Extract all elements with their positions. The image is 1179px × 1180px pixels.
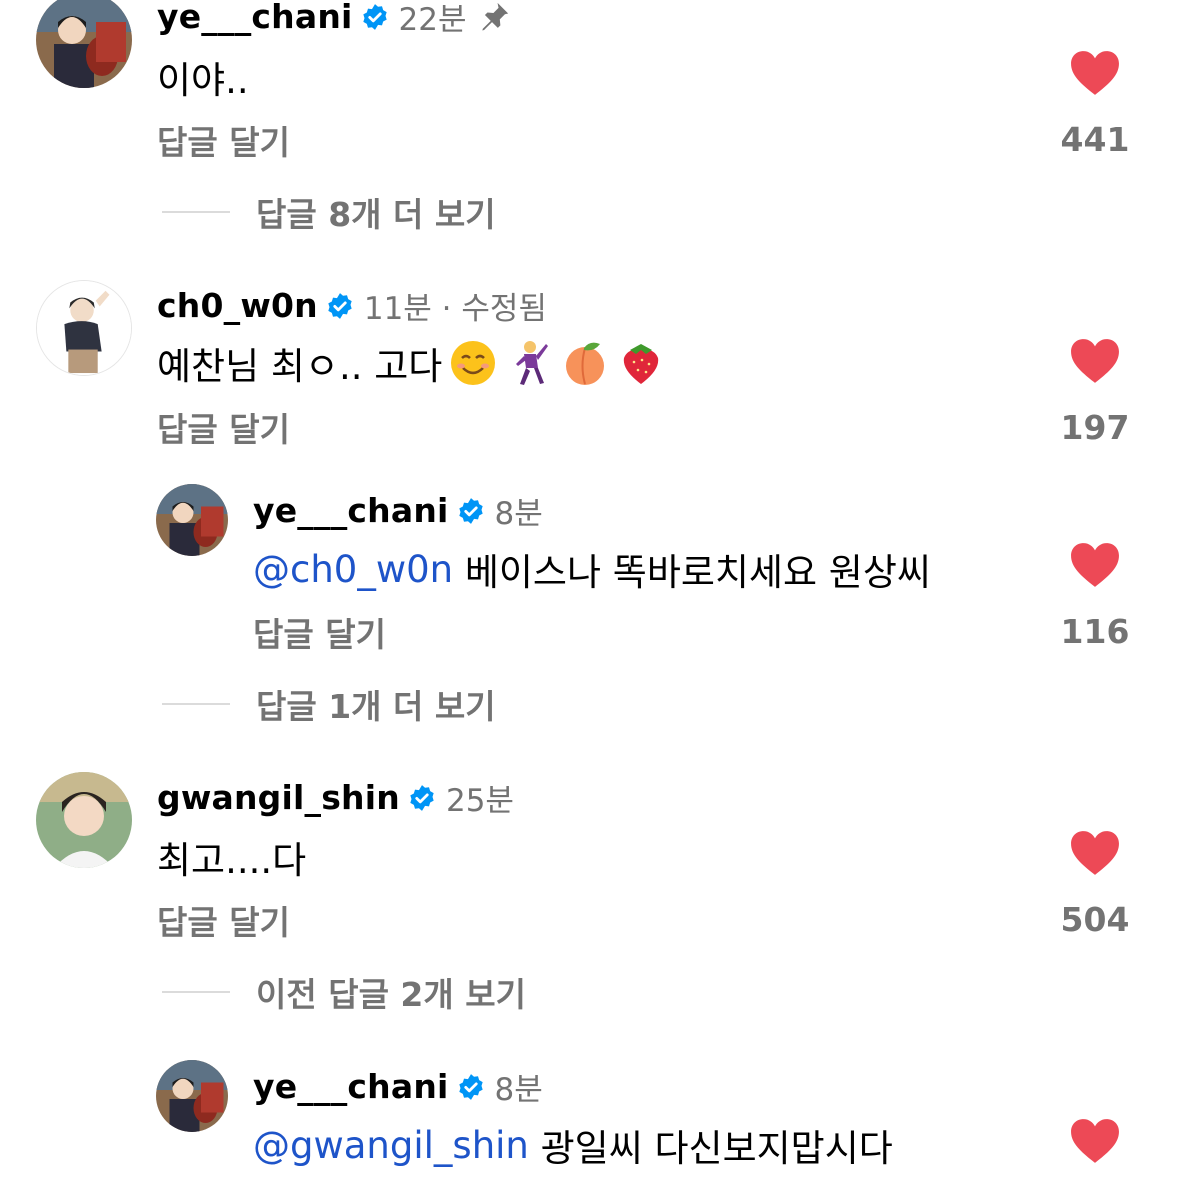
- timestamp: 11분 · 수정됨: [363, 291, 547, 327]
- username[interactable]: ye___chani: [253, 491, 449, 530]
- view-more-replies[interactable]: 답글 1개 더 보기: [162, 680, 496, 728]
- verified-badge-icon: [408, 784, 436, 812]
- comment-text: 최고....다: [157, 839, 307, 882]
- username[interactable]: ch0_w0n: [157, 286, 318, 325]
- avatar[interactable]: [36, 280, 132, 376]
- reply-button[interactable]: 답글 달기: [157, 896, 290, 944]
- reply-button[interactable]: 답글 달기: [253, 608, 386, 656]
- view-previous-replies-label[interactable]: 이전 답글 2개 보기: [256, 968, 526, 1016]
- username[interactable]: gwangil_shin: [157, 778, 400, 817]
- like-count[interactable]: 116: [1030, 612, 1160, 651]
- mention-link[interactable]: @ch0_w0n: [253, 548, 453, 591]
- like-count[interactable]: 441: [1030, 120, 1160, 159]
- peach-emoji-icon: [560, 338, 610, 388]
- username[interactable]: ye___chani: [253, 1067, 449, 1106]
- dancing-man-emoji-icon: [504, 338, 554, 388]
- comment-text: 예찬님 최ㅇ.. 고다: [157, 336, 666, 390]
- pin-icon: [477, 0, 511, 34]
- verified-badge-icon: [457, 497, 485, 525]
- like-button[interactable]: [1040, 1118, 1150, 1164]
- like-button[interactable]: [1040, 50, 1150, 96]
- like-button[interactable]: [1040, 338, 1150, 384]
- like-button[interactable]: [1040, 830, 1150, 876]
- reply-button[interactable]: 답글 달기: [157, 116, 290, 164]
- divider: [162, 703, 230, 705]
- timestamp: 8분: [494, 1072, 543, 1108]
- view-more-replies[interactable]: 답글 8개 더 보기: [162, 188, 496, 236]
- like-button[interactable]: [1040, 542, 1150, 588]
- timestamp: 25분: [445, 783, 514, 819]
- heart-icon: [1071, 543, 1119, 587]
- heart-icon: [1071, 51, 1119, 95]
- timestamp: 8분: [494, 496, 543, 532]
- divider: [162, 211, 230, 213]
- verified-badge-icon: [457, 1073, 485, 1101]
- timestamp: 22분: [398, 2, 467, 38]
- divider: [162, 991, 230, 993]
- verified-badge-icon: [326, 292, 354, 320]
- avatar[interactable]: [36, 0, 132, 88]
- reply-button[interactable]: 답글 달기: [157, 403, 290, 451]
- heart-icon: [1071, 339, 1119, 383]
- heart-icon: [1071, 1119, 1119, 1163]
- comment-text: @gwangil_shin 광일씨 다신보지맙시다: [253, 1123, 893, 1171]
- avatar[interactable]: [36, 772, 132, 868]
- like-count[interactable]: 504: [1030, 900, 1160, 939]
- mention-link[interactable]: @gwangil_shin: [253, 1124, 529, 1167]
- comment-text: 이야..: [157, 59, 249, 102]
- verified-badge-icon: [361, 3, 389, 31]
- username[interactable]: ye___chani: [157, 0, 353, 36]
- avatar[interactable]: [156, 1060, 228, 1132]
- like-count[interactable]: 197: [1030, 408, 1160, 447]
- avatar[interactable]: [156, 484, 228, 556]
- comment-text: @ch0_w0n 베이스나 똑바로치세요 원상씨: [253, 547, 931, 595]
- heart-icon: [1071, 831, 1119, 875]
- view-more-replies-label[interactable]: 답글 1개 더 보기: [256, 680, 496, 728]
- smiling-face-emoji-icon: [448, 338, 498, 388]
- view-more-replies-label[interactable]: 답글 8개 더 보기: [256, 188, 496, 236]
- view-previous-replies[interactable]: 이전 답글 2개 보기: [162, 968, 526, 1016]
- strawberry-emoji-icon: [616, 338, 666, 388]
